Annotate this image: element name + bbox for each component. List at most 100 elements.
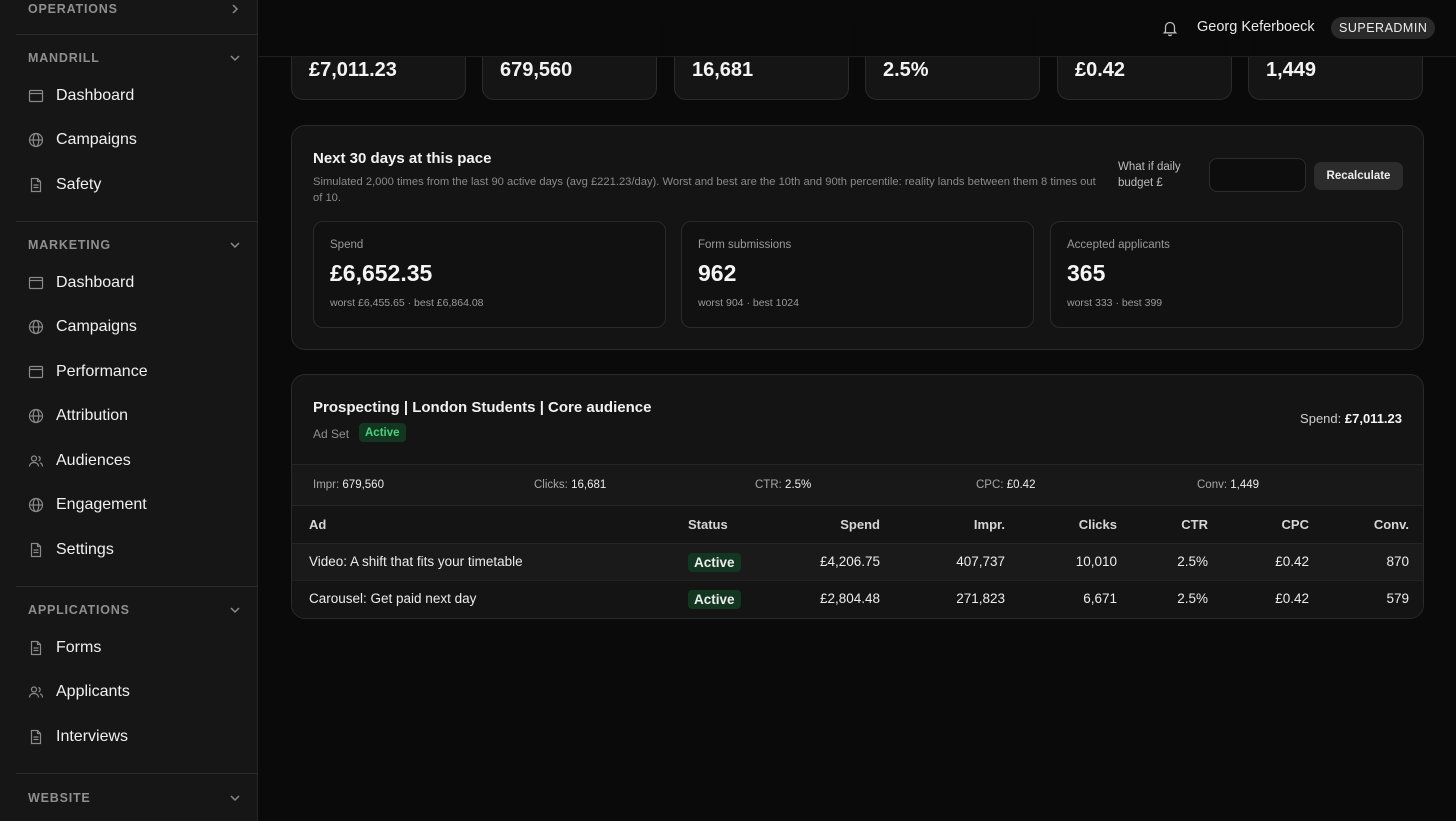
bell-icon[interactable] <box>1161 19 1179 37</box>
sidebar-item-marketing-dashboard[interactable]: Dashboard <box>28 267 242 299</box>
forecast-card-label: Spend <box>330 239 364 251</box>
status-badge: Active <box>359 423 406 442</box>
table-row[interactable]: Video: A shift that fits your timetable … <box>292 544 1423 581</box>
sidebar-item-label: Applicants <box>56 683 130 700</box>
metric-impressions: Impr: 679,560 <box>313 479 384 491</box>
sidebar-item-label: Campaigns <box>56 131 137 148</box>
column-header-status[interactable]: Status <box>688 517 728 532</box>
adset-metrics-bar: Impr: 679,560 Clicks: 16,681 CTR: 2.5% C… <box>292 464 1423 506</box>
adset-panel: Prospecting | London Students | Core aud… <box>291 374 1424 619</box>
section-marketing[interactable]: MARKETING <box>28 238 242 252</box>
sidebar-item-mandrill-campaigns[interactable]: Campaigns <box>28 124 242 156</box>
forecast-card-spend: Spend £6,652.35 worst £6,455.65 · best £… <box>313 221 666 328</box>
forecast-card-label: Form submissions <box>698 239 792 251</box>
column-header-conversions[interactable]: Conv. <box>1374 517 1409 532</box>
cell-spend: £2,804.48 <box>819 591 880 606</box>
stat-value: 16,681 <box>692 59 754 81</box>
user-name[interactable]: Georg Keferboeck <box>1197 19 1315 35</box>
column-header-ad[interactable]: Ad <box>309 517 326 532</box>
adset-type: Ad Set <box>313 427 350 441</box>
adset-spend-value: £7,011.23 <box>1344 411 1402 426</box>
forecast-card-value: 365 <box>1067 260 1106 286</box>
recalculate-button[interactable]: Recalculate <box>1314 162 1403 190</box>
status-badge: Active <box>688 590 741 609</box>
role-badge: SUPERADMIN <box>1331 17 1436 39</box>
section-website[interactable]: WEBSITE <box>28 791 242 805</box>
sidebar-item-marketing-performance[interactable]: Performance <box>28 356 242 388</box>
sidebar-item-marketing-engagement[interactable]: Engagement <box>28 489 242 521</box>
table-row[interactable]: Carousel: Get paid next day Active £2,80… <box>292 581 1423 618</box>
sidebar-item-label: Engagement <box>56 496 147 513</box>
sidebar-item-applications-interviews[interactable]: Interviews <box>28 721 242 753</box>
metric-cpc: CPC: £0.42 <box>976 479 1035 491</box>
cell-spend: £4,206.75 <box>819 554 880 569</box>
forecast-title: Next 30 days at this pace <box>313 150 492 167</box>
cell-ad[interactable]: Carousel: Get paid next day <box>309 591 476 606</box>
layout-icon <box>28 365 44 379</box>
column-header-spend[interactable]: Spend <box>840 517 880 532</box>
cell-ad[interactable]: Video: A shift that fits your timetable <box>309 554 523 569</box>
document-icon <box>30 729 42 745</box>
metric-ctr: CTR: 2.5% <box>755 479 811 491</box>
sidebar-item-label: Forms <box>56 639 102 656</box>
cell-impressions: 407,737 <box>956 554 1005 569</box>
column-header-cpc[interactable]: CPC <box>1282 517 1309 532</box>
daily-budget-input[interactable] <box>1209 158 1306 192</box>
sidebar-item-marketing-settings[interactable]: Settings <box>28 534 242 566</box>
section-title: MARKETING <box>28 238 111 252</box>
section-mandrill[interactable]: MANDRILL <box>28 51 242 65</box>
sidebar-item-marketing-attribution[interactable]: Attribution <box>28 400 242 432</box>
forecast-card-value: £6,652.35 <box>330 260 433 286</box>
sidebar-item-mandrill-dashboard[interactable]: Dashboard <box>28 80 242 112</box>
chevron-right-icon <box>228 2 242 16</box>
section-applications[interactable]: APPLICATIONS <box>28 603 242 617</box>
column-header-impressions[interactable]: Impr. <box>974 517 1005 532</box>
globe-icon <box>28 132 44 148</box>
sidebar-item-label: Campaigns <box>56 318 137 335</box>
metric-value: 2.5% <box>785 479 812 491</box>
metric-label: Impr: <box>313 479 340 491</box>
adset-name: Prospecting | London Students | Core aud… <box>313 399 652 416</box>
section-operations[interactable]: OPERATIONS <box>28 2 242 16</box>
chevron-down-icon <box>228 51 242 65</box>
sidebar-item-label: Interviews <box>56 728 129 745</box>
top-bar: Georg Keferboeck SUPERADMIN <box>259 0 1456 57</box>
metric-conversions: Conv: 1,449 <box>1197 479 1259 491</box>
status-badge: Active <box>688 553 741 572</box>
stat-value: 1,449 <box>1266 59 1317 81</box>
cell-clicks: 10,010 <box>1075 554 1117 569</box>
document-icon <box>30 640 42 656</box>
sidebar-item-marketing-audiences[interactable]: Audiences <box>28 445 242 477</box>
sidebar-item-mandrill-safety[interactable]: Safety <box>28 169 242 201</box>
cell-ctr: 2.5% <box>1177 554 1208 569</box>
metric-label: Conv: <box>1197 479 1228 491</box>
forecast-card-range: worst 333 · best 399 <box>1067 297 1163 309</box>
stat-value: 679,560 <box>500 59 573 81</box>
ads-table-header: Ad Status Spend Impr. Clicks CTR CPC Con… <box>292 506 1423 544</box>
users-icon <box>28 686 44 698</box>
forecast-card-label: Accepted applicants <box>1067 239 1170 251</box>
column-header-clicks[interactable]: Clicks <box>1079 517 1117 532</box>
section-title: APPLICATIONS <box>28 603 130 617</box>
sidebar-item-label: Dashboard <box>56 87 135 104</box>
metric-value: 1,449 <box>1230 479 1260 491</box>
metric-label: CTR: <box>755 479 782 491</box>
sidebar-item-marketing-campaigns[interactable]: Campaigns <box>28 311 242 343</box>
sidebar-item-label: Dashboard <box>56 274 135 291</box>
cell-cpc: £0.42 <box>1275 554 1309 569</box>
section-title: WEBSITE <box>28 791 91 805</box>
metric-clicks: Clicks: 16,681 <box>534 479 606 491</box>
stat-value: 2.5% <box>883 59 929 81</box>
sidebar-item-applications-forms[interactable]: Forms <box>28 632 242 664</box>
stat-value: £0.42 <box>1075 59 1126 81</box>
metric-value: 679,560 <box>342 479 384 491</box>
forecast-card-accepted-applicants: Accepted applicants 365 worst 333 · best… <box>1050 221 1403 328</box>
globe-icon <box>28 408 44 424</box>
cell-conversions: 870 <box>1386 554 1409 569</box>
column-header-ctr[interactable]: CTR <box>1181 517 1208 532</box>
sidebar-item-label: Attribution <box>56 407 129 424</box>
sidebar-item-applications-applicants[interactable]: Applicants <box>28 676 242 708</box>
cell-ctr: 2.5% <box>1177 591 1208 606</box>
chevron-down-icon <box>228 791 242 805</box>
metric-label: CPC: <box>976 479 1004 491</box>
